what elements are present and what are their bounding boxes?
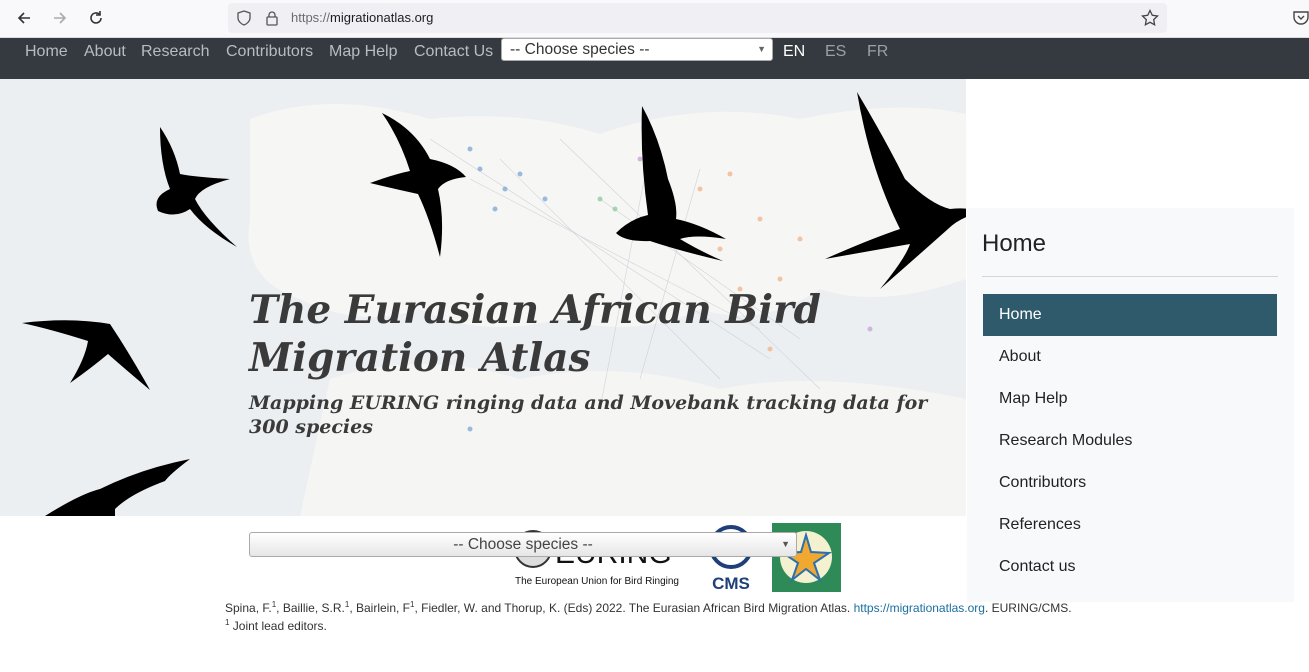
shield-icon — [237, 10, 251, 26]
euring-tagline-text: The European Union for Bird Ringing — [515, 576, 679, 587]
lang-es[interactable]: ES — [825, 43, 846, 61]
bird-silhouette-4 — [825, 92, 966, 289]
dropdown-arrow-icon: ▼ — [757, 44, 766, 54]
pocket-icon[interactable] — [1292, 10, 1309, 26]
site-navbar: Home About Research Contributors Map Hel… — [0, 38, 1309, 79]
back-arrow-icon[interactable] — [12, 6, 36, 30]
url-text: https://migrationatlas.org — [291, 10, 433, 25]
lock-icon — [266, 11, 278, 26]
sidebar-item-references[interactable]: References — [983, 504, 1277, 546]
nav-about[interactable]: About — [84, 43, 126, 61]
sidebar-item-research-modules[interactable]: Research Modules — [983, 420, 1277, 462]
species-select-value: -- Choose species -- — [453, 536, 593, 553]
lang-fr[interactable]: FR — [867, 43, 888, 61]
reload-icon[interactable] — [84, 6, 108, 30]
nav-home[interactable]: Home — [25, 43, 68, 61]
nav-contributors[interactable]: Contributors — [226, 43, 313, 61]
sidebar-item-contributors[interactable]: Contributors — [983, 462, 1277, 504]
citation-link[interactable]: https://migrationatlas.org — [854, 601, 985, 615]
sidebar-item-home[interactable]: Home — [983, 294, 1277, 336]
bird-silhouette-1 — [156, 127, 237, 247]
url-protocol: https:// — [291, 10, 331, 25]
citation-author-3: , Bairlein, F — [349, 601, 410, 615]
bird-silhouette-2 — [370, 113, 466, 257]
sidebar-item-contact-us[interactable]: Contact us — [983, 546, 1277, 588]
species-select[interactable]: -- Choose species -- ▼ — [249, 532, 797, 557]
page-title: The Eurasian African Bird Migration Atla… — [249, 287, 821, 381]
cms-name-text: CMS — [712, 574, 750, 591]
citation-author-2: , Baillie, S.R. — [276, 601, 345, 615]
footnote-body: Joint lead editors. — [229, 619, 327, 633]
address-bar[interactable]: https://migrationatlas.org — [228, 3, 1167, 33]
forward-arrow-icon[interactable] — [48, 6, 72, 30]
dropdown-arrow-icon: ▼ — [781, 539, 790, 549]
sidebar-item-map-help[interactable]: Map Help — [983, 378, 1277, 420]
bird-silhouette-3 — [616, 106, 726, 261]
bird-silhouette-5 — [22, 320, 150, 390]
bookmark-star-icon[interactable] — [1141, 9, 1159, 27]
sidebar-menu: Home Home About Map Help Research Module… — [967, 208, 1294, 602]
footnote-text: 1 Joint lead editors. — [225, 618, 327, 633]
page-subtitle: Mapping EURING ringing data and Movebank… — [249, 392, 928, 438]
nav-contact-us[interactable]: Contact Us — [414, 43, 493, 61]
sidebar-item-about[interactable]: About — [983, 336, 1277, 378]
nav-species-select[interactable]: -- Choose species -- ▼ — [501, 38, 773, 61]
browser-toolbar: https://migrationatlas.org — [0, 0, 1309, 38]
citation-rest: , Fiedler, W. and Thorup, K. (Eds) 2022.… — [414, 601, 854, 615]
sidebar-divider — [982, 276, 1278, 277]
url-host: migrationatlas.org — [330, 10, 434, 25]
bird-silhouette-6 — [45, 459, 190, 516]
nav-map-help[interactable]: Map Help — [329, 43, 397, 61]
nav-research[interactable]: Research — [141, 43, 209, 61]
hero-banner: The Eurasian African Bird Migration Atla… — [0, 79, 966, 516]
citation-text: Spina, F.1, Baillie, S.R.1, Bairlein, F1… — [225, 600, 1072, 615]
nav-species-select-value: -- Choose species -- — [510, 41, 650, 58]
sidebar-title: Home — [982, 230, 1047, 257]
citation-tail: . EURING/CMS. — [984, 601, 1072, 615]
citation-author-1: Spina, F. — [225, 601, 272, 615]
lang-en[interactable]: EN — [783, 43, 805, 61]
